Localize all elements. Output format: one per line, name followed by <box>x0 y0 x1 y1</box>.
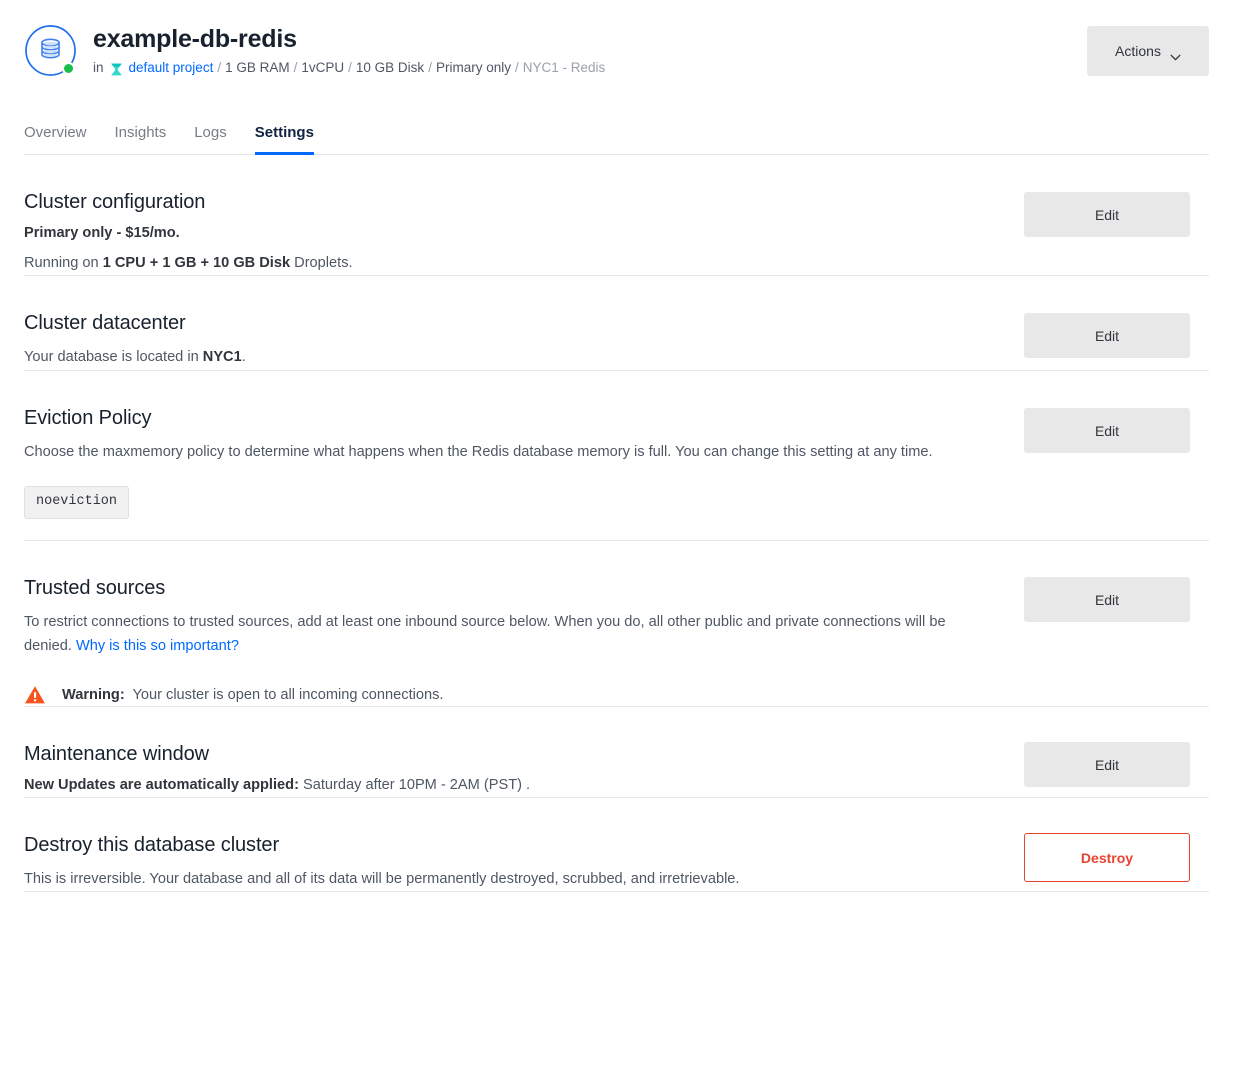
actions-button[interactable]: Actions <box>1087 26 1209 76</box>
chevron-down-icon <box>1170 48 1181 61</box>
datacenter-prefix: Your database is located in <box>24 349 203 365</box>
meta-separator: / <box>348 60 352 75</box>
edit-cluster-datacenter-button[interactable]: Edit <box>1024 313 1190 358</box>
meta-separator: / <box>293 60 298 75</box>
section-aside: Edit <box>1024 575 1190 622</box>
tab-settings[interactable]: Settings <box>241 124 328 155</box>
section-title: Cluster configuration <box>24 191 206 213</box>
section-title: Cluster datacenter <box>24 312 186 334</box>
warning-triangle-icon <box>24 685 46 705</box>
maintenance-window-value: Saturday after 10PM - 2AM (PST) . <box>298 777 531 793</box>
section-aside: Edit <box>1024 310 1190 358</box>
warning-label: Warning: <box>62 687 125 703</box>
tab-overview[interactable]: Overview <box>24 124 101 154</box>
section-aside: Edit <box>1024 405 1190 453</box>
meta-ram: 1 GB RAM <box>225 60 290 75</box>
trusted-sources-warning: Warning: Your cluster is open to all inc… <box>24 684 994 706</box>
edit-cluster-configuration-button[interactable]: Edit <box>1024 192 1190 237</box>
status-indicator-dot <box>62 62 75 75</box>
section-cluster-configuration: Cluster configuration Primary only - $15… <box>24 155 1209 276</box>
section-destroy-cluster: Destroy this database cluster This is ir… <box>24 798 1209 892</box>
section-eviction-policy: Eviction Policy Choose the maxmemory pol… <box>24 371 1209 541</box>
destroy-description: This is irreversible. Your database and … <box>24 871 740 887</box>
actions-button-label: Actions <box>1115 43 1161 59</box>
meta-separator: / <box>217 60 222 75</box>
section-aside: Edit <box>1024 189 1190 237</box>
meta-disk: 10 GB Disk <box>355 60 425 75</box>
maintenance-window-line: New Updates are automatically applied: S… <box>24 773 994 797</box>
project-icon <box>109 62 124 77</box>
edit-maintenance-window-button[interactable]: Edit <box>1024 742 1190 787</box>
datacenter-region: NYC1 <box>202 349 242 365</box>
cluster-plan-line: Primary only - $15/mo. <box>24 221 994 245</box>
section-body: Eviction Policy Choose the maxmemory pol… <box>24 405 1024 519</box>
section-aside: Destroy <box>1024 832 1190 882</box>
why-important-link[interactable]: Why is this so important? <box>76 638 239 654</box>
cluster-running-line: Running on 1 CPU + 1 GB + 10 GB Disk Dro… <box>24 251 994 275</box>
title-block: example-db-redis in default project / 1 … <box>93 22 605 77</box>
breadcrumb: in default project / 1 GB RAM / 1vCPU / … <box>93 59 605 77</box>
settings-page: example-db-redis in default project / 1 … <box>0 0 1233 1068</box>
meta-cpu: 1vCPU <box>301 60 345 75</box>
meta-separator: / <box>428 60 432 75</box>
edit-eviction-policy-button[interactable]: Edit <box>1024 408 1190 453</box>
meta-separator: / <box>514 60 519 75</box>
tab-logs[interactable]: Logs <box>180 124 241 154</box>
trusted-sources-description: To restrict connections to trusted sourc… <box>24 610 994 658</box>
tab-insights[interactable]: Insights <box>101 124 181 154</box>
section-body: Destroy this database cluster This is ir… <box>24 832 1024 891</box>
datacenter-suffix: . <box>241 349 246 365</box>
section-title: Trusted sources <box>24 577 166 599</box>
section-body: Maintenance window New Updates are autom… <box>24 741 1024 797</box>
section-cluster-datacenter: Cluster datacenter Your database is loca… <box>24 276 1209 371</box>
section-maintenance-window: Maintenance window New Updates are autom… <box>24 707 1209 798</box>
datacenter-text: Your database is located in NYC1. <box>24 345 994 369</box>
eviction-description: Choose the maxmemory policy to determine… <box>24 444 933 460</box>
section-title: Destroy this database cluster <box>24 834 280 856</box>
section-title: Maintenance window <box>24 743 209 765</box>
section-aside: Edit <box>1024 741 1190 787</box>
cluster-plan-value: Primary only - $15/mo. <box>24 225 180 241</box>
maintenance-window-label: New Updates are automatically applied: <box>24 777 299 793</box>
project-link[interactable]: default project <box>129 59 214 77</box>
running-specs: 1 CPU + 1 GB + 10 GB Disk <box>102 255 291 271</box>
section-body: Trusted sources To restrict connections … <box>24 575 1024 706</box>
section-trusted-sources: Trusted sources To restrict connections … <box>24 541 1209 707</box>
destroy-button[interactable]: Destroy <box>1024 833 1190 882</box>
edit-trusted-sources-button[interactable]: Edit <box>1024 577 1190 622</box>
settings-sections: Cluster configuration Primary only - $15… <box>24 155 1209 892</box>
section-body: Cluster datacenter Your database is loca… <box>24 310 1024 369</box>
running-suffix: Droplets. <box>290 255 353 271</box>
warning-text: Your cluster is open to all incoming con… <box>128 687 444 703</box>
page-title: example-db-redis <box>93 25 297 53</box>
tab-bar: Overview Insights Logs Settings <box>24 113 1209 155</box>
database-icon <box>24 24 77 77</box>
section-body: Cluster configuration Primary only - $15… <box>24 189 1024 275</box>
warning-row-text: Warning: Your cluster is open to all inc… <box>62 684 443 706</box>
section-title: Eviction Policy <box>24 407 152 429</box>
meta-topology: Primary only <box>435 60 511 75</box>
meta-in-label: in <box>93 60 104 75</box>
page-header: example-db-redis in default project / 1 … <box>0 0 1233 77</box>
running-prefix: Running on <box>24 255 103 271</box>
eviction-policy-value: noeviction <box>24 486 130 519</box>
header-identity: example-db-redis in default project / 1 … <box>24 22 1087 77</box>
meta-region-service: NYC1 - Redis <box>522 60 606 75</box>
